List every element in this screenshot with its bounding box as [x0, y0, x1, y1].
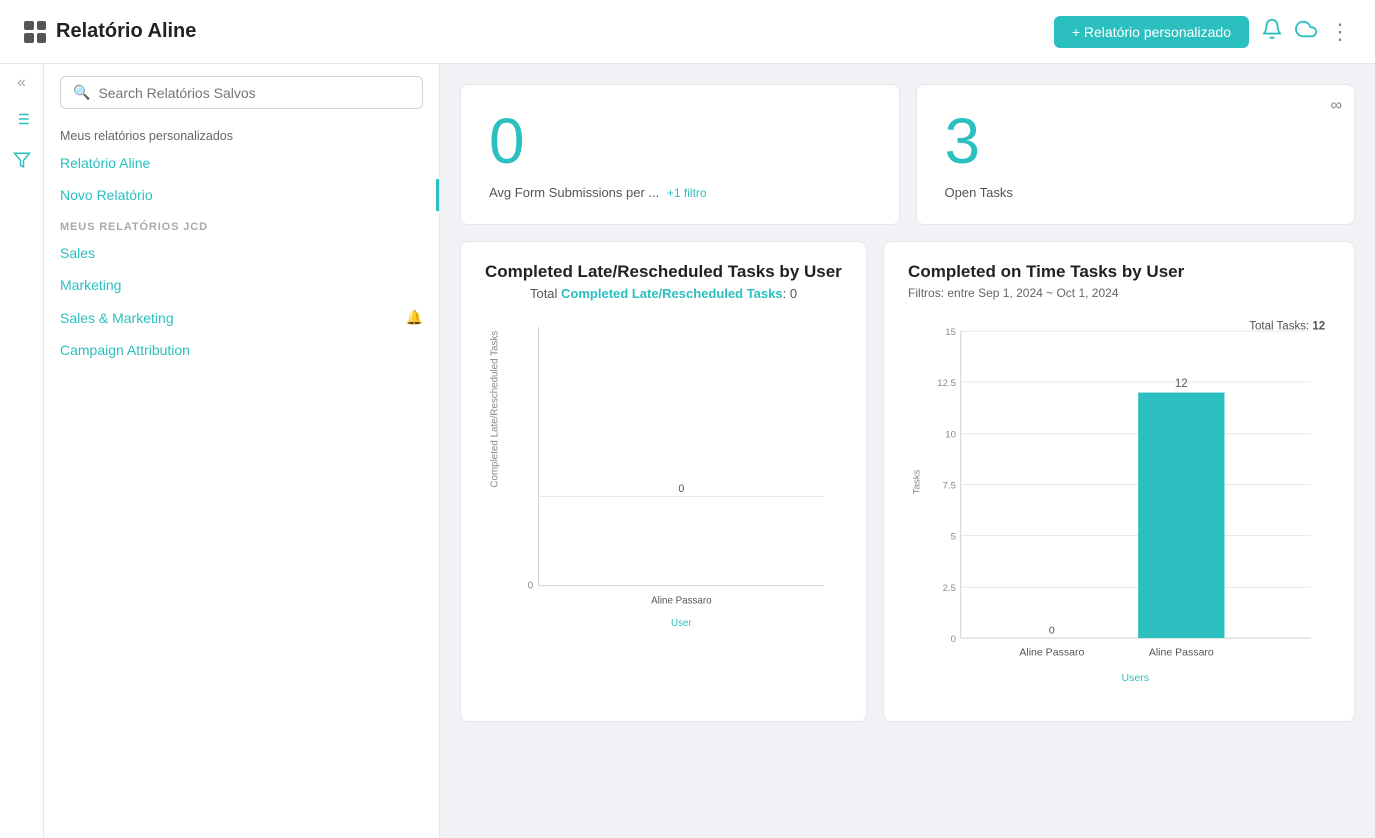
- chart-subtitle-ontime: Filtros: entre Sep 1, 2024 ~ Oct 1, 2024: [908, 286, 1330, 300]
- search-icon: 🔍: [73, 84, 90, 101]
- sidebar-panel: 🔍 Meus relatórios personalizados Relatór…: [44, 64, 440, 838]
- sidebar-item-campaign-attribution[interactable]: Campaign Attribution: [44, 334, 439, 366]
- chart-svg-late: Completed Late/Rescheduled Tasks 0 0 Ali…: [485, 309, 842, 648]
- svg-text:Aline Passaro: Aline Passaro: [651, 596, 712, 607]
- sidebar-item-label: Relatório Aline: [60, 155, 150, 171]
- more-options-icon[interactable]: ⋮: [1329, 19, 1351, 45]
- sidebar-item-label: Campaign Attribution: [60, 342, 190, 358]
- svg-text:15: 15: [945, 327, 956, 338]
- svg-text:Aline Passaro: Aline Passaro: [1149, 646, 1214, 658]
- card-dots-menu[interactable]: ∞: [1331, 97, 1342, 115]
- header-right: + Relatório personalizado ⋮: [1054, 16, 1351, 48]
- sidebar-wrapper: « 🔍 Meus relatórios personalizados Relat…: [0, 64, 440, 838]
- chart-title-ontime: Completed on Time Tasks by User: [908, 262, 1330, 282]
- search-input[interactable]: [98, 85, 410, 101]
- collapse-icon[interactable]: «: [17, 74, 26, 92]
- chart-late-rescheduled: Completed Late/Rescheduled Tasks by User…: [460, 241, 867, 722]
- sidebar-icon-rail: «: [0, 64, 44, 838]
- bell-small-icon[interactable]: 🔔: [406, 309, 423, 326]
- stat-cards-row: 0 Avg Form Submissions per ... +1 filtro…: [460, 84, 1355, 225]
- sidebar-item-novo-relatorio[interactable]: Novo Relatório: [44, 179, 439, 211]
- sidebar-item-label: Sales & Marketing: [60, 310, 174, 326]
- jcd-section-title: MEUS RELATÓRIOS JCD: [44, 211, 439, 237]
- sidebar-item-sales[interactable]: Sales: [44, 237, 439, 269]
- bar-user2: [1138, 393, 1224, 639]
- bell-icon[interactable]: [1261, 18, 1283, 46]
- svg-text:0: 0: [528, 580, 534, 591]
- stat-value-avg-form: 0: [489, 109, 525, 173]
- svg-text:Tasks: Tasks: [912, 470, 923, 495]
- svg-text:Users: Users: [1122, 672, 1150, 684]
- chart-on-time: Completed on Time Tasks by User Filtros:…: [883, 241, 1355, 722]
- chart-svg-ontime: Total Tasks: 12 15 12.5 10 7.5 5 2.5 0 T…: [908, 312, 1330, 696]
- header: Relatório Aline + Relatório personalizad…: [0, 0, 1375, 64]
- svg-text:2.5: 2.5: [943, 583, 956, 594]
- svg-text:Completed Late/Rescheduled Tas: Completed Late/Rescheduled Tasks: [490, 331, 501, 488]
- stat-card-avg-form: 0 Avg Form Submissions per ... +1 filtro: [460, 84, 900, 225]
- svg-text:5: 5: [951, 531, 956, 542]
- svg-text:12: 12: [1175, 378, 1188, 390]
- sidebar-item-label: Sales: [60, 245, 95, 261]
- new-report-button[interactable]: + Relatório personalizado: [1054, 16, 1249, 48]
- chart-total-late: Total Completed Late/Rescheduled Tasks: …: [485, 286, 842, 301]
- cloud-icon[interactable]: [1295, 18, 1317, 46]
- stat-value-open-tasks: 3: [945, 109, 981, 173]
- filter-icon[interactable]: [13, 151, 31, 174]
- svg-text:User: User: [671, 618, 692, 629]
- svg-text:0: 0: [951, 634, 956, 645]
- my-reports-section-label: Meus relatórios personalizados: [44, 121, 439, 147]
- content-area: 0 Avg Form Submissions per ... +1 filtro…: [440, 64, 1375, 838]
- sidebar-item-marketing[interactable]: Marketing: [44, 269, 439, 301]
- svg-text:12.5: 12.5: [937, 378, 956, 389]
- svg-text:0: 0: [1049, 624, 1055, 636]
- svg-text:7.5: 7.5: [943, 480, 956, 491]
- sidebar-item-relatorio-aline[interactable]: Relatório Aline: [44, 147, 439, 179]
- stat-filter: +1 filtro: [667, 186, 707, 200]
- charts-row: Completed Late/Rescheduled Tasks by User…: [460, 241, 1355, 722]
- svg-text:Aline Passaro: Aline Passaro: [1019, 646, 1084, 658]
- svg-text:Total Tasks: 12: Total Tasks: 12: [1249, 320, 1325, 332]
- svg-text:10: 10: [945, 430, 956, 441]
- chart-title-late: Completed Late/Rescheduled Tasks by User: [485, 262, 842, 282]
- stat-card-open-tasks: ∞ 3 Open Tasks: [916, 84, 1356, 225]
- sidebar-item-label: Marketing: [60, 277, 121, 293]
- stat-label-open-tasks: Open Tasks: [945, 185, 1013, 200]
- page-title: Relatório Aline: [56, 20, 196, 43]
- sidebar-item-sales-marketing[interactable]: Sales & Marketing 🔔: [44, 301, 439, 334]
- header-left: Relatório Aline: [24, 20, 196, 43]
- sidebar-item-label: Novo Relatório: [60, 187, 153, 203]
- stat-label-avg-form: Avg Form Submissions per ... +1 filtro: [489, 185, 707, 200]
- svg-text:0: 0: [678, 483, 684, 495]
- search-box[interactable]: 🔍: [60, 76, 423, 109]
- list-icon[interactable]: [13, 110, 31, 133]
- app-logo-icon: [24, 21, 46, 43]
- main-layout: « 🔍 Meus relatórios personalizados Relat…: [0, 64, 1375, 838]
